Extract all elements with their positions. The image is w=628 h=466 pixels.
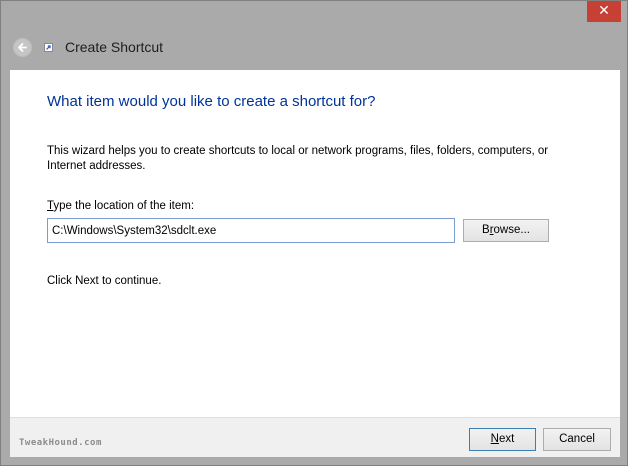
location-label: Type the location of the item: <box>47 200 194 212</box>
cancel-button[interactable]: Cancel <box>543 428 611 451</box>
page-heading: What item would you like to create a sho… <box>47 93 376 110</box>
wizard-description: This wizard helps you to create shortcut… <box>47 145 549 172</box>
next-label-accelerator: N <box>490 433 499 445</box>
back-arrow-icon <box>18 43 27 52</box>
wizard-content: What item would you like to create a sho… <box>10 70 620 417</box>
continue-instruction: Click Next to continue. <box>47 275 162 287</box>
back-button[interactable] <box>13 38 32 57</box>
browse-button[interactable]: Browse... <box>463 219 549 242</box>
location-input[interactable] <box>47 218 455 243</box>
browse-label-start: B <box>482 224 490 236</box>
title-bar[interactable]: ✕ <box>1 1 627 29</box>
close-button[interactable]: ✕ <box>587 1 621 22</box>
close-icon: ✕ <box>598 3 610 19</box>
wizard-footer: TweakHound.com Next Cancel <box>10 417 620 457</box>
location-label-text: ype the location of the item: <box>53 200 195 212</box>
create-shortcut-window: ✕ Create Shortcut What item would you li… <box>0 0 628 466</box>
window-title: Create Shortcut <box>65 39 164 55</box>
wizard-header: Create Shortcut <box>1 29 627 70</box>
watermark-logo: TweakHound.com <box>19 438 102 448</box>
browse-label-end: owse... <box>493 224 530 236</box>
next-button[interactable]: Next <box>469 428 536 451</box>
shortcut-icon <box>44 43 53 52</box>
next-label-text: ext <box>498 433 515 445</box>
